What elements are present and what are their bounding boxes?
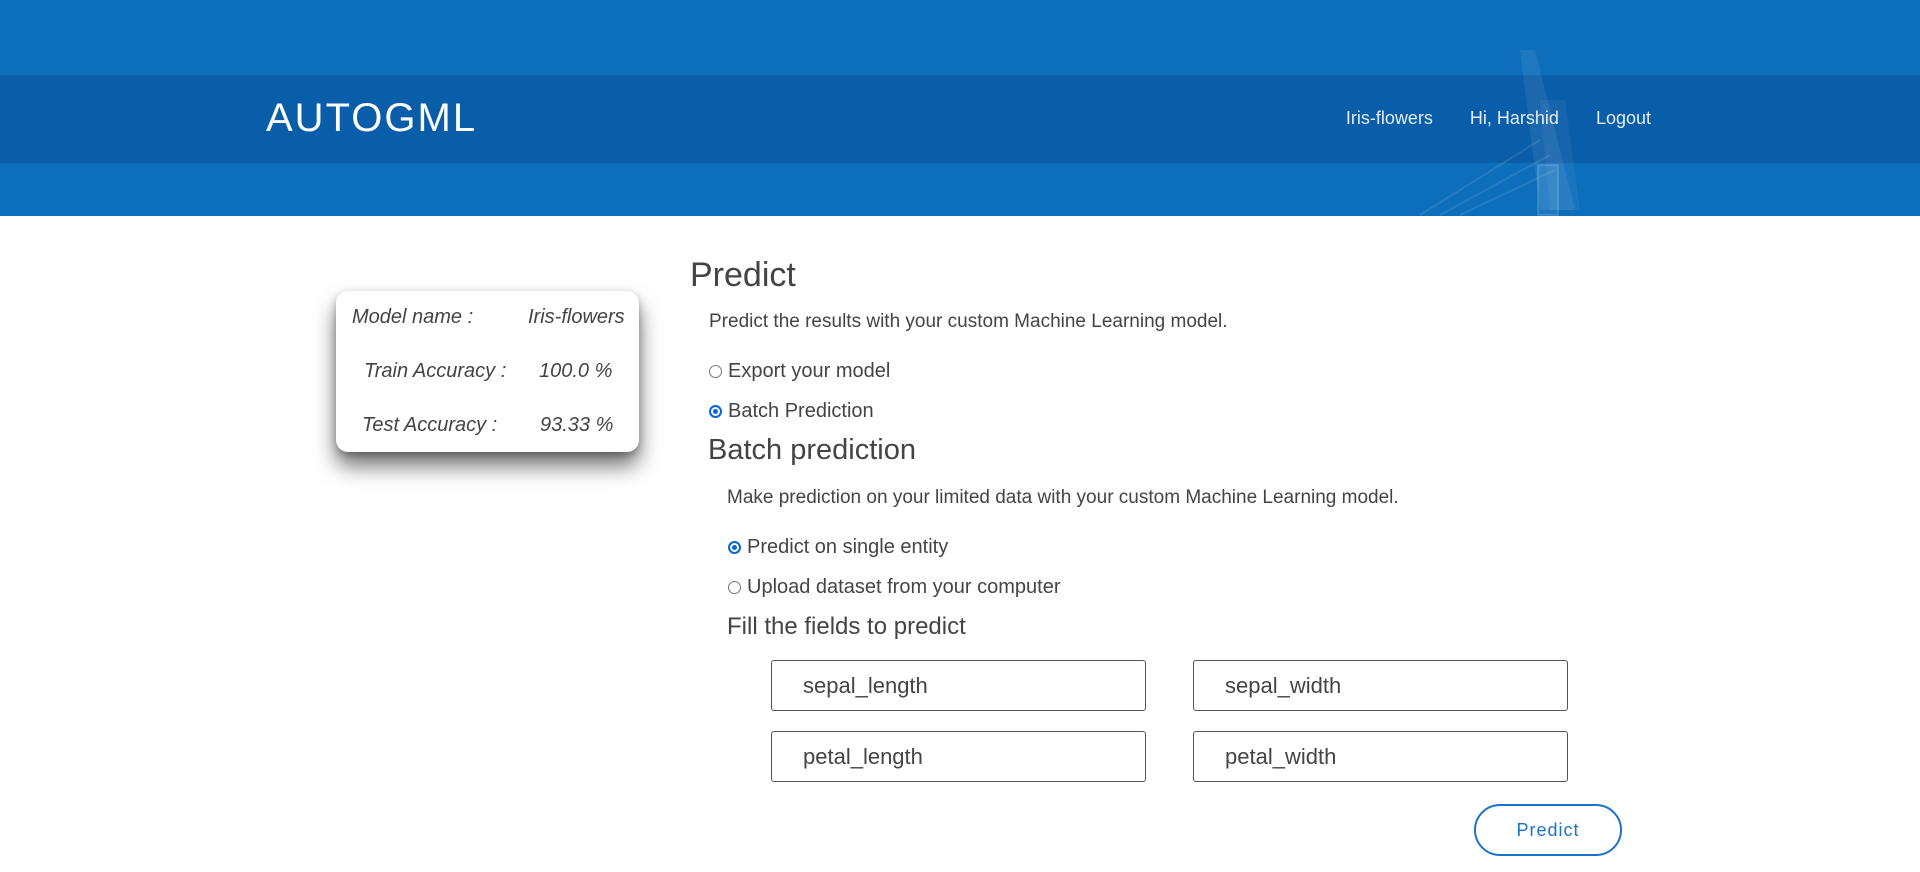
- top-nav: Iris-flowers Hi, Harshid Logout: [1346, 108, 1651, 129]
- upload-dataset-radio[interactable]: [728, 581, 741, 594]
- sepal-length-input[interactable]: [771, 660, 1146, 711]
- test-accuracy-value: 93.33 %: [540, 414, 614, 436]
- export-model-option[interactable]: Export your model: [709, 360, 890, 383]
- model-name-row: Model name : Iris-flowers: [336, 306, 639, 336]
- nav-project-link[interactable]: Iris-flowers: [1346, 108, 1433, 129]
- page-title: Predict: [690, 256, 796, 294]
- upload-dataset-option[interactable]: Upload dataset from your computer: [728, 576, 1061, 599]
- batch-prediction-label: Batch Prediction: [728, 400, 874, 422]
- model-name-label: Model name :: [352, 306, 474, 328]
- petal-width-input[interactable]: [1193, 731, 1568, 782]
- fill-fields-heading: Fill the fields to predict: [727, 613, 966, 640]
- train-accuracy-label: Train Accuracy :: [364, 360, 507, 382]
- upload-dataset-label: Upload dataset from your computer: [747, 576, 1061, 598]
- train-accuracy-value: 100.0 %: [539, 360, 613, 382]
- batch-prediction-option[interactable]: Batch Prediction: [709, 400, 874, 423]
- batch-prediction-radio[interactable]: [709, 405, 722, 418]
- train-accuracy-row: Train Accuracy : 100.0 %: [336, 360, 639, 390]
- single-entity-radio[interactable]: [728, 541, 741, 554]
- test-accuracy-label: Test Accuracy :: [362, 414, 498, 436]
- nav-logout-link[interactable]: Logout: [1596, 108, 1651, 129]
- model-info-card: Model name : Iris-flowers Train Accuracy…: [336, 291, 639, 452]
- header-banner: AUTOGML Iris-flowers Hi, Harshid Logout: [0, 0, 1920, 216]
- model-name-value: Iris-flowers: [528, 306, 625, 328]
- nav-user-greeting[interactable]: Hi, Harshid: [1470, 108, 1559, 129]
- predict-submit-button[interactable]: Predict: [1474, 804, 1622, 856]
- brand-logo-text[interactable]: AUTOGML: [266, 96, 477, 141]
- single-entity-label: Predict on single entity: [747, 536, 949, 558]
- export-model-label: Export your model: [728, 360, 891, 382]
- predict-description: Predict the results with your custom Mac…: [709, 311, 1228, 332]
- test-accuracy-row: Test Accuracy : 93.33 %: [336, 414, 639, 444]
- batch-description: Make prediction on your limited data wit…: [727, 487, 1399, 508]
- single-entity-option[interactable]: Predict on single entity: [728, 536, 948, 559]
- petal-length-input[interactable]: [771, 731, 1146, 782]
- export-model-radio[interactable]: [709, 365, 722, 378]
- batch-prediction-heading: Batch prediction: [708, 434, 916, 466]
- sepal-width-input[interactable]: [1193, 660, 1568, 711]
